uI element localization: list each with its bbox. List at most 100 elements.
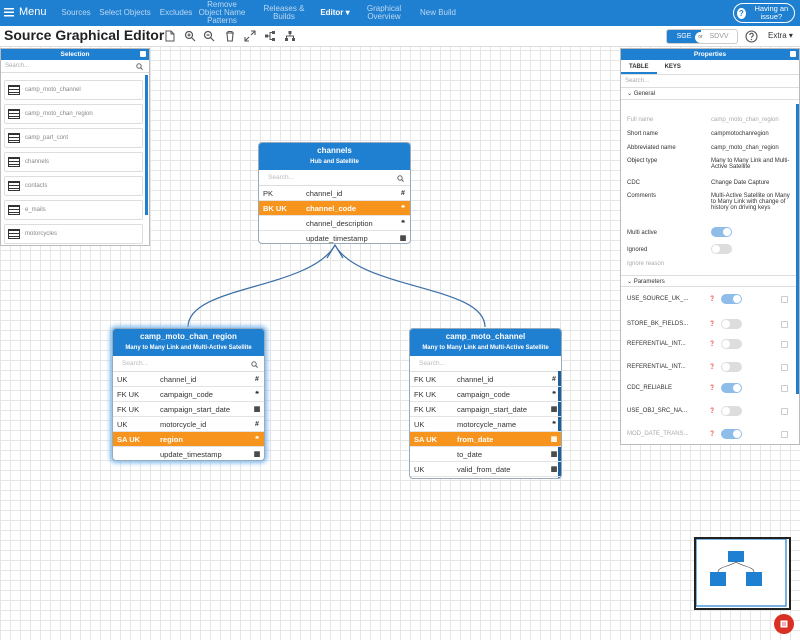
chevron-down-icon: ⌄ bbox=[627, 91, 633, 97]
scrollbar[interactable] bbox=[796, 104, 799, 394]
param-toggle[interactable] bbox=[721, 362, 742, 372]
key-label: FK UK bbox=[117, 389, 140, 399]
text-type-icon: ❝ bbox=[401, 220, 405, 227]
param-row[interactable]: REFERENTIAL_INT... ❓ bbox=[627, 339, 792, 349]
column-row[interactable]: FK UK campaign_start_date ▦ bbox=[410, 402, 561, 417]
param-toggle[interactable] bbox=[721, 339, 742, 349]
parameters-section[interactable]: ⌄ Parameters bbox=[621, 275, 799, 287]
field-value: camp_moto_chan_region bbox=[711, 145, 779, 151]
question-icon[interactable]: ❓ bbox=[709, 408, 721, 414]
field-ignored[interactable]: Ignored bbox=[627, 244, 792, 256]
field-cdc[interactable]: CDC Change Date Capture bbox=[627, 180, 792, 186]
param-checkbox[interactable] bbox=[781, 430, 788, 438]
maximize-icon[interactable] bbox=[790, 51, 796, 57]
properties-search[interactable]: Search... bbox=[621, 75, 799, 88]
text-type-icon: ❝ bbox=[552, 421, 556, 428]
column-name: campaign_start_date bbox=[160, 404, 231, 414]
param-row[interactable]: USE_OBJ_SRC_NA... ❓ bbox=[627, 406, 792, 416]
column-row[interactable]: UK motorcycle_id # bbox=[113, 417, 264, 432]
search-placeholder: Search... bbox=[419, 360, 446, 367]
question-icon[interactable]: ❓ bbox=[709, 431, 721, 437]
param-toggle[interactable] bbox=[721, 383, 742, 393]
key-label: PK bbox=[263, 188, 274, 198]
column-row[interactable]: UK motorcycle_name ❝ bbox=[410, 417, 561, 432]
field-value: Change Date Capture bbox=[711, 180, 770, 186]
param-row[interactable]: STORE_BK_FIELDS... ❓ bbox=[627, 319, 792, 329]
minimap[interactable] bbox=[694, 537, 791, 610]
column-row[interactable]: SA UK from_date ▦ bbox=[410, 432, 561, 447]
column-name: update_timestamp bbox=[306, 233, 368, 243]
multi-active-toggle[interactable] bbox=[711, 227, 732, 237]
field-abbreviated-name[interactable]: Abbreviated name camp_moto_chan_region bbox=[627, 145, 792, 151]
param-row[interactable]: CDC_RELIABLE ❓ bbox=[627, 383, 792, 393]
column-row[interactable]: UK valid_from_date ▦ bbox=[410, 462, 561, 477]
entity-camp-moto-chan-region[interactable]: camp_moto_chan_region Many to Many Link … bbox=[112, 328, 265, 461]
field-ignore-reason[interactable]: Ignore reason bbox=[627, 261, 792, 267]
entity-header: camp_moto_channel Many to Many Link and … bbox=[410, 329, 561, 356]
key-label: UK bbox=[117, 374, 128, 384]
entity-camp-moto-channel[interactable]: camp_moto_channel Many to Many Link and … bbox=[409, 328, 562, 479]
param-checkbox[interactable] bbox=[781, 340, 788, 348]
general-section[interactable]: ⌄ General bbox=[621, 88, 799, 100]
column-row[interactable]: update_timestamp ▦ bbox=[113, 447, 264, 460]
field-multi-active[interactable]: Multi active bbox=[627, 227, 792, 239]
entity-type: Hub and Satellite bbox=[310, 159, 359, 165]
column-row[interactable]: SA UK region ❝ bbox=[113, 432, 264, 447]
param-toggle[interactable] bbox=[721, 319, 742, 329]
column-name: campaign_code bbox=[457, 389, 510, 399]
column-row[interactable]: FK UK campaign_code ❝ bbox=[410, 387, 561, 402]
column-row[interactable]: FK UK campaign_code ❝ bbox=[113, 387, 264, 402]
column-row[interactable]: PK channel_id # bbox=[259, 186, 410, 201]
field-value: campmotochanregion bbox=[711, 131, 769, 137]
param-checkbox[interactable] bbox=[781, 295, 788, 303]
report-button[interactable] bbox=[774, 614, 794, 634]
field-comments[interactable]: Comments Multi-Active Satellite on Many t… bbox=[627, 193, 792, 211]
number-type-icon: # bbox=[255, 375, 259, 383]
question-icon[interactable]: ❓ bbox=[709, 341, 721, 347]
date-type-icon: ▦ bbox=[253, 406, 261, 413]
question-icon[interactable]: ❓ bbox=[709, 364, 721, 370]
param-toggle[interactable] bbox=[721, 294, 742, 304]
param-name: USE_SOURCE_UK_... bbox=[627, 296, 689, 302]
param-row[interactable]: USE_SOURCE_UK_... ❓ bbox=[627, 294, 792, 304]
column-row[interactable]: channel_description ❝ bbox=[259, 216, 410, 231]
number-type-icon: # bbox=[401, 189, 405, 197]
question-icon[interactable]: ❓ bbox=[709, 321, 721, 327]
param-checkbox[interactable] bbox=[781, 407, 788, 415]
param-checkbox[interactable] bbox=[781, 384, 788, 392]
column-row[interactable]: to_date ▦ bbox=[410, 447, 561, 462]
param-checkbox[interactable] bbox=[781, 320, 788, 328]
param-row[interactable]: REFERENTIAL_INT... ❓ bbox=[627, 362, 792, 372]
column-row[interactable]: UK channel_id # bbox=[113, 372, 264, 387]
entity-channels[interactable]: channels Hub and Satellite Search... PK c… bbox=[258, 142, 411, 244]
field-full-name[interactable]: Full name camp_moto_chan_region bbox=[627, 117, 792, 123]
question-icon[interactable]: ❓ bbox=[709, 385, 721, 391]
entity-search[interactable]: Search... bbox=[259, 170, 410, 186]
field-short-name[interactable]: Short name campmotochanregion bbox=[627, 131, 792, 137]
key-label: FK UK bbox=[414, 374, 437, 384]
properties-tabs: TABLE KEYS bbox=[621, 60, 799, 75]
search-placeholder: Search... bbox=[122, 360, 149, 367]
entity-name: channels bbox=[317, 146, 352, 155]
field-object-type[interactable]: Object type Many to Many Link and Multi-A… bbox=[627, 158, 792, 170]
tab-keys[interactable]: KEYS bbox=[657, 60, 689, 74]
entity-search[interactable]: Search... bbox=[410, 356, 561, 372]
date-type-icon: ▦ bbox=[550, 406, 558, 413]
entity-name: camp_moto_chan_region bbox=[140, 332, 237, 341]
column-name: channel_id bbox=[306, 188, 343, 198]
column-row[interactable]: BK UK channel_code ❝ bbox=[259, 201, 410, 216]
ignored-toggle[interactable] bbox=[711, 244, 732, 254]
tab-table[interactable]: TABLE bbox=[621, 60, 657, 74]
text-type-icon: ❝ bbox=[552, 391, 556, 398]
question-icon[interactable]: ❓ bbox=[709, 296, 721, 302]
param-checkbox[interactable] bbox=[781, 363, 788, 371]
param-row[interactable]: MOD_DATE_TRANS... ❓ bbox=[627, 429, 792, 439]
entity-search[interactable]: Search... bbox=[113, 356, 264, 372]
param-toggle[interactable] bbox=[721, 429, 742, 439]
column-row[interactable]: FK UK channel_id # bbox=[410, 372, 561, 387]
column-name: campaign_code bbox=[160, 389, 213, 399]
column-row[interactable]: FK UK campaign_start_date ▦ bbox=[113, 402, 264, 417]
column-row[interactable]: update_timestamp ▦ bbox=[259, 231, 410, 243]
date-type-icon: ▦ bbox=[550, 436, 558, 443]
param-toggle[interactable] bbox=[721, 406, 742, 416]
